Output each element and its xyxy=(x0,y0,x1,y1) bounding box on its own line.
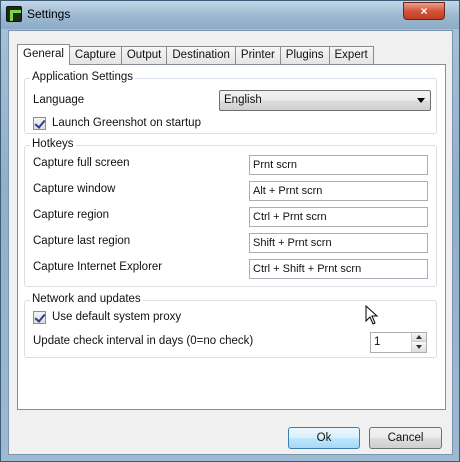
title-bar[interactable]: Settings × xyxy=(1,1,459,29)
hotkey-window-input[interactable]: Alt + Prnt scrn xyxy=(249,181,428,201)
window-title: Settings xyxy=(27,7,71,21)
hotkey-internet-explorer-input[interactable]: Ctrl + Shift + Prnt scrn xyxy=(249,259,428,279)
language-label: Language xyxy=(33,94,85,106)
language-select-value: English xyxy=(224,94,262,106)
application-settings-title: Application Settings xyxy=(30,71,136,83)
tab-destination[interactable]: Destination xyxy=(166,46,236,65)
application-settings-group: Application Settings Language English La… xyxy=(24,71,437,134)
stepper-buttons xyxy=(411,333,426,352)
hotkey-region-input[interactable]: Ctrl + Prnt scrn xyxy=(249,207,428,227)
hotkey-label: Capture last region xyxy=(33,235,131,247)
default-proxy-label: Use default system proxy xyxy=(52,311,182,323)
ok-button[interactable]: Ok xyxy=(288,427,360,449)
hotkey-last-region-input[interactable]: Shift + Prnt scrn xyxy=(249,233,428,253)
update-interval-value: 1 xyxy=(374,336,381,348)
hotkey-full-screen-input[interactable]: Prnt scrn xyxy=(249,155,428,175)
general-tab-panel: Application Settings Language English La… xyxy=(17,64,446,410)
chevron-down-icon xyxy=(417,98,425,103)
tab-strip: General Capture Output Destination Print… xyxy=(17,44,374,65)
settings-window: Settings × General Capture Output Destin… xyxy=(0,0,460,462)
hotkey-label: Capture region xyxy=(33,209,110,221)
tab-expert[interactable]: Expert xyxy=(328,46,374,65)
launch-on-startup-label: Launch Greenshot on startup xyxy=(52,117,201,129)
launch-on-startup-checkbox[interactable] xyxy=(33,117,46,130)
tab-capture[interactable]: Capture xyxy=(68,46,122,65)
hotkeys-group: Hotkeys Capture full screen Prnt scrn Ca… xyxy=(24,138,437,287)
stepper-down-icon[interactable] xyxy=(412,343,426,352)
network-updates-title: Network and updates xyxy=(30,293,143,305)
cancel-button[interactable]: Cancel xyxy=(369,427,442,449)
stepper-up-icon[interactable] xyxy=(412,333,426,342)
default-proxy-checkbox[interactable] xyxy=(33,311,46,324)
update-interval-stepper[interactable]: 1 xyxy=(370,332,427,353)
hotkey-label: Capture full screen xyxy=(33,157,130,169)
close-button[interactable]: × xyxy=(403,2,445,20)
language-select[interactable]: English xyxy=(219,90,431,111)
tab-output[interactable]: Output xyxy=(120,46,168,65)
dialog-client-area: General Capture Output Destination Print… xyxy=(8,30,453,455)
greenshot-app-icon xyxy=(6,6,22,22)
hotkey-label: Capture Internet Explorer xyxy=(33,261,163,273)
update-interval-label: Update check interval in days (0=no chec… xyxy=(33,335,254,347)
hotkey-label: Capture window xyxy=(33,183,116,195)
tab-plugins[interactable]: Plugins xyxy=(279,46,330,65)
tab-printer[interactable]: Printer xyxy=(234,46,281,65)
mouse-pointer-icon xyxy=(365,305,379,325)
tab-general[interactable]: General xyxy=(17,44,70,65)
hotkeys-title: Hotkeys xyxy=(30,138,76,150)
